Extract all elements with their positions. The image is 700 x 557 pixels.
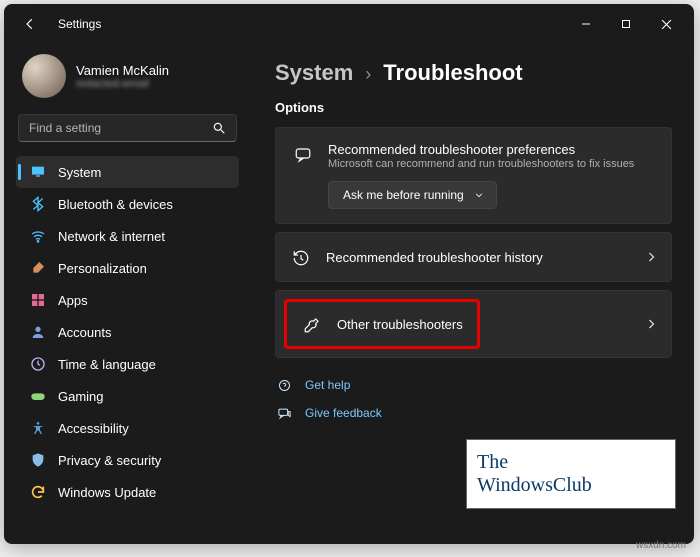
accessibility-icon [30,420,46,436]
shield-icon [30,452,46,468]
sidebar-item-personalization[interactable]: Personalization [16,252,239,284]
time-icon [30,356,46,372]
search-input[interactable] [29,121,212,135]
sidebar-item-label: System [58,165,101,180]
page-title: Troubleshoot [383,60,522,86]
card-recommended-preferences: Recommended troubleshooter preferences M… [275,127,672,224]
breadcrumb-parent[interactable]: System [275,60,353,86]
update-icon [30,484,46,500]
gaming-icon [30,388,46,404]
card-title: Other troubleshooters [337,317,463,332]
profile-email: redacted-email [76,78,169,90]
window-title: Settings [58,17,566,31]
sidebar-item-apps[interactable]: Apps [16,284,239,316]
sidebar-item-privacy-security[interactable]: Privacy & security [16,444,239,476]
avatar [22,54,66,98]
sidebar-item-network-internet[interactable]: Network & internet [16,220,239,252]
wrench-icon [301,314,323,336]
chevron-right-icon: › [365,64,371,85]
get-help-link[interactable]: Get help [275,376,672,394]
sidebar-item-gaming[interactable]: Gaming [16,380,239,412]
highlight-box: Other troubleshooters [284,299,480,349]
titlebar: Settings [4,4,694,44]
card-title: Recommended troubleshooter preferences [328,142,655,157]
search-box[interactable] [18,114,237,142]
maximize-button[interactable] [606,9,646,39]
chevron-down-icon [474,190,484,200]
card-other-troubleshooters[interactable]: Other troubleshooters [275,290,672,358]
profile-block[interactable]: Vamien McKalin redacted-email [16,50,239,108]
close-button[interactable] [646,9,686,39]
feedback-icon [275,404,293,422]
nav-list: System Bluetooth & devices Network & inter… [16,156,239,508]
sidebar-item-accounts[interactable]: Accounts [16,316,239,348]
sidebar-item-label: Bluetooth & devices [58,197,173,212]
back-button[interactable] [16,10,44,38]
minimize-button[interactable] [566,9,606,39]
sidebar: Vamien McKalin redacted-email System Blue… [4,44,249,544]
section-heading: Options [275,100,672,115]
account-icon [30,324,46,340]
wifi-icon [30,228,46,244]
preference-dropdown[interactable]: Ask me before running [328,181,497,209]
sidebar-item-label: Apps [58,293,88,308]
watermark-overlay: The WindowsClub [466,439,676,509]
source-byline: wsxdn.com [636,540,686,551]
give-feedback-link[interactable]: Give feedback [275,404,672,422]
help-icon [275,376,293,394]
sidebar-item-label: Privacy & security [58,453,161,468]
link-text[interactable]: Give feedback [305,406,382,420]
history-icon [290,247,312,269]
link-text[interactable]: Get help [305,378,350,392]
sidebar-item-label: Gaming [58,389,104,404]
search-icon [212,121,226,135]
sidebar-item-accessibility[interactable]: Accessibility [16,412,239,444]
bluetooth-icon [30,196,46,212]
sidebar-item-label: Windows Update [58,485,156,500]
sidebar-item-label: Network & internet [58,229,165,244]
apps-icon [30,292,46,308]
brush-icon [30,260,46,276]
card-troubleshooter-history[interactable]: Recommended troubleshooter history [275,232,672,282]
sidebar-item-label: Accounts [58,325,111,340]
sidebar-item-label: Accessibility [58,421,129,436]
chevron-right-icon [645,251,657,263]
sidebar-item-label: Time & language [58,357,156,372]
sidebar-item-system[interactable]: System [16,156,239,188]
chat-icon [292,144,314,166]
sidebar-item-time-language[interactable]: Time & language [16,348,239,380]
sidebar-item-label: Personalization [58,261,147,276]
card-subtitle: Microsoft can recommend and run troubles… [328,157,655,171]
dropdown-value: Ask me before running [343,188,464,202]
profile-name: Vamien McKalin [76,63,169,78]
display-icon [30,164,46,180]
chevron-right-icon [645,318,657,330]
breadcrumb: System › Troubleshoot [275,60,672,86]
sidebar-item-windows-update[interactable]: Windows Update [16,476,239,508]
sidebar-item-bluetooth-devices[interactable]: Bluetooth & devices [16,188,239,220]
card-title: Recommended troubleshooter history [326,250,631,265]
